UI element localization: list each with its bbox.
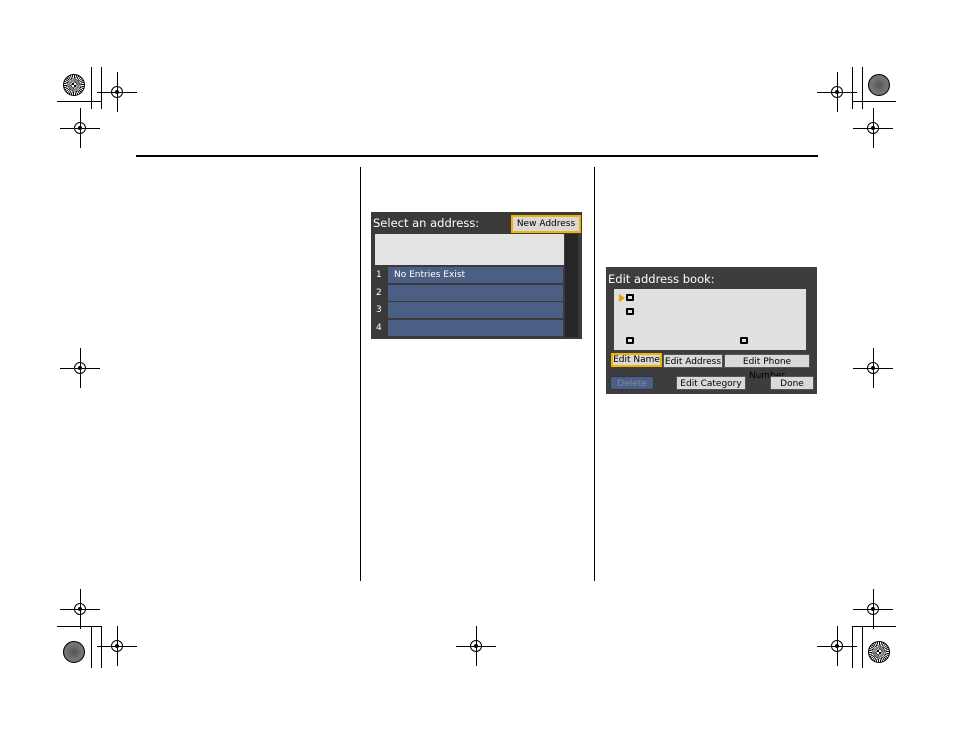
crop-line <box>91 67 92 109</box>
phone-icon <box>626 337 634 344</box>
crop-line <box>852 101 896 102</box>
crop-line <box>57 626 101 627</box>
registration-disc-icon <box>868 641 890 663</box>
list-item[interactable] <box>388 320 563 336</box>
list-item[interactable] <box>388 302 563 318</box>
crop-line <box>852 67 853 109</box>
name-icon <box>626 294 634 301</box>
crop-line <box>101 626 102 668</box>
crop-line <box>852 626 853 668</box>
row-number: 1 <box>376 270 382 280</box>
header-rule <box>136 155 818 157</box>
edit-category-button[interactable]: Edit Category <box>676 376 746 390</box>
edit-name-button[interactable]: Edit Name <box>611 353 662 367</box>
column-divider-1 <box>360 167 361 581</box>
category-icon <box>740 337 748 344</box>
address-preview-box <box>375 234 564 265</box>
done-button[interactable]: Done <box>770 376 814 390</box>
row-number: 4 <box>376 323 382 333</box>
crop-line <box>101 67 102 109</box>
edit-phone-number-button[interactable]: Edit Phone Number <box>724 354 810 381</box>
crop-line <box>57 101 101 102</box>
list-item[interactable] <box>388 285 563 301</box>
registration-disc-icon <box>63 641 85 663</box>
registration-disc-icon <box>868 74 890 96</box>
address-icon <box>626 308 634 315</box>
edit-address-book-screen: Edit address book: Edit Name Edit Addres… <box>606 267 817 394</box>
delete-button[interactable]: Delete <box>610 376 654 390</box>
row-number: 2 <box>376 288 382 298</box>
screen-title: Edit address book: <box>608 272 715 286</box>
crop-line <box>852 626 896 627</box>
screen-title: Select an address: <box>373 216 480 230</box>
column-divider-2 <box>594 167 595 581</box>
edit-address-button[interactable]: Edit Address <box>663 354 723 368</box>
select-address-screen: Select an address: New Address 1 No Entr… <box>371 212 582 339</box>
selection-cursor-icon <box>619 294 625 302</box>
registration-disc-icon <box>63 74 85 96</box>
row-number: 3 <box>376 305 382 315</box>
crop-line <box>862 67 863 109</box>
list-item[interactable]: No Entries Exist <box>388 267 563 283</box>
address-entry-box <box>614 289 806 350</box>
crop-line <box>91 626 92 668</box>
crop-line <box>862 626 863 668</box>
new-address-button[interactable]: New Address <box>511 215 581 233</box>
scrollbar[interactable] <box>565 234 578 337</box>
